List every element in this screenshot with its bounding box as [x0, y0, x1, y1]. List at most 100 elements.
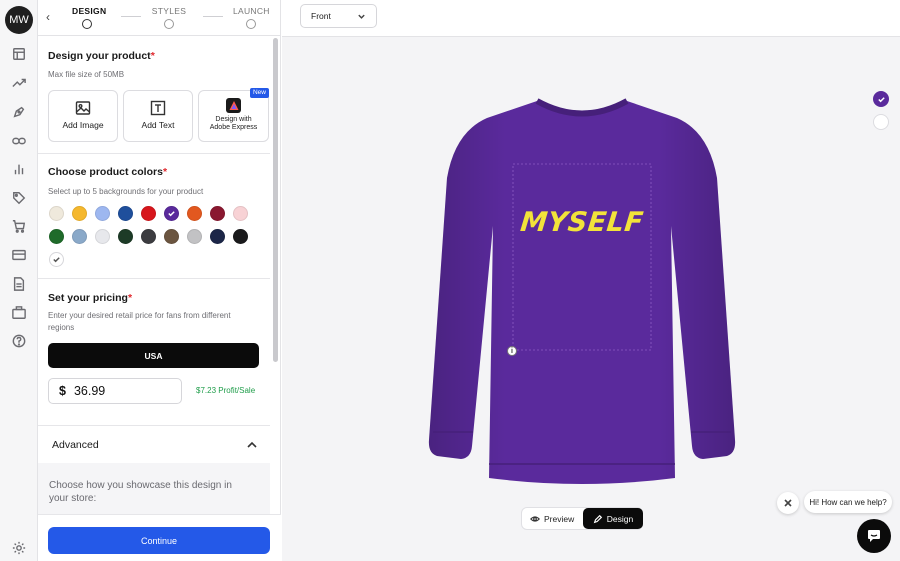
region-usa-button[interactable]: USA	[48, 343, 259, 368]
color-picker-purple[interactable]	[873, 91, 889, 107]
pencil-icon	[593, 514, 602, 523]
chat-close-button[interactable]	[777, 492, 799, 514]
section-subtitle: Enter your desired retail price for fans…	[48, 311, 231, 332]
color-picker-white[interactable]	[873, 114, 889, 130]
preview-label: Preview	[544, 513, 575, 524]
preview-button[interactable]: Preview	[530, 508, 574, 529]
step-dot	[164, 19, 174, 29]
briefcase-icon[interactable]	[11, 305, 27, 321]
link-icon[interactable]	[11, 133, 27, 149]
swatch-ash[interactable]	[95, 229, 110, 244]
swatch-sport-grey[interactable]	[187, 229, 202, 244]
required-mark: *	[150, 50, 155, 62]
tag-icon[interactable]	[11, 190, 27, 206]
swatch-red[interactable]	[141, 206, 156, 221]
swatch-orange[interactable]	[187, 206, 202, 221]
print-design-text[interactable]: MYSELF	[510, 207, 653, 238]
card-label: Add Text	[141, 120, 175, 130]
step-styles[interactable]: STYLES	[151, 6, 187, 29]
step-dot	[82, 19, 92, 29]
step-design[interactable]: DESIGN	[72, 6, 107, 29]
swatch-light-blue[interactable]	[95, 206, 110, 221]
section-subtitle: Select up to 5 backgrounds for your prod…	[48, 187, 204, 196]
title-text: Design your product	[48, 50, 151, 62]
check-icon	[877, 96, 885, 102]
back-arrow-icon[interactable]: ‹	[46, 10, 50, 24]
card-label: Design with Adobe Express	[209, 116, 258, 131]
eye-icon	[530, 515, 540, 522]
new-badge: New	[249, 88, 269, 98]
title-text: Set your pricing	[48, 292, 128, 304]
info-icon[interactable]: i	[507, 346, 517, 356]
swatch-natural[interactable]	[49, 206, 64, 221]
swatch-white[interactable]	[49, 252, 64, 267]
design-button[interactable]: Design	[583, 508, 643, 529]
avatar[interactable]: MW	[5, 6, 33, 34]
help-icon[interactable]	[11, 333, 27, 349]
swatch-maroon[interactable]	[210, 206, 225, 221]
swatch-kelly-green[interactable]	[49, 229, 64, 244]
step-dot	[246, 19, 256, 29]
document-icon[interactable]	[11, 276, 27, 292]
swatch-forest[interactable]	[118, 229, 133, 244]
check-icon	[53, 257, 60, 263]
swatch-light-pink[interactable]	[233, 206, 248, 221]
left-rail: MW	[0, 0, 38, 561]
advanced-accordion[interactable]: Advanced	[38, 425, 270, 463]
continue-button[interactable]: Continue	[48, 527, 270, 554]
swatch-dusty-blue[interactable]	[72, 229, 87, 244]
swatch-brown[interactable]	[164, 229, 179, 244]
cart-icon[interactable]	[11, 218, 27, 234]
text-icon	[150, 100, 166, 116]
add-image-card[interactable]: Add Image	[48, 90, 118, 142]
close-icon	[784, 499, 792, 507]
preview-design-toggle: Preview Design	[521, 507, 643, 530]
trending-icon[interactable]	[11, 75, 27, 91]
settings-icon[interactable]	[11, 540, 27, 556]
advanced-title: Advanced	[52, 439, 99, 451]
price-value: 36.99	[73, 384, 106, 398]
swatch-gold[interactable]	[72, 206, 87, 221]
swatch-purple[interactable]	[164, 206, 179, 221]
chevron-down-icon	[357, 12, 366, 21]
design-panel: ‹ DESIGN STYLES LAUNCH Design your produ…	[38, 0, 281, 561]
shirt-body	[428, 98, 736, 484]
chevron-up-icon[interactable]	[246, 438, 258, 450]
swatch-black[interactable]	[233, 229, 248, 244]
step-label: DESIGN	[72, 6, 107, 16]
panel-footer: Continue	[38, 514, 281, 561]
view-select[interactable]: Front	[300, 4, 377, 28]
section-title: Design your product*	[48, 50, 155, 62]
currency-symbol: $	[59, 384, 66, 398]
swatch-royal[interactable]	[118, 206, 133, 221]
chat-launcher-button[interactable]	[857, 519, 891, 553]
card-label: Add Image	[62, 120, 104, 130]
image-icon	[75, 100, 91, 116]
swatch-navy[interactable]	[210, 229, 225, 244]
price-input[interactable]: $ 36.99	[48, 378, 182, 404]
add-text-card[interactable]: Add Text	[123, 90, 193, 142]
panel-scrollbar[interactable]	[273, 38, 278, 362]
swatch-charcoal[interactable]	[141, 229, 156, 244]
required-mark: *	[127, 292, 133, 304]
showcase-question: Choose how you showcase this design in y…	[49, 480, 232, 504]
check-icon	[168, 211, 175, 217]
required-mark: *	[162, 166, 168, 178]
step-connector	[121, 16, 141, 17]
bar-chart-icon[interactable]	[11, 161, 27, 177]
adobe-express-card[interactable]: New Design with Adobe Express	[198, 88, 269, 142]
step-connector	[203, 16, 223, 17]
stepper: ‹ DESIGN STYLES LAUNCH	[38, 0, 281, 36]
pen-tool-icon[interactable]	[11, 104, 27, 120]
card-icon[interactable]	[11, 247, 27, 263]
design-label: Design	[606, 513, 634, 524]
profit-label: $7.23 Profit/Sale	[196, 386, 256, 395]
step-launch[interactable]: LAUNCH	[233, 6, 269, 29]
chat-greeting[interactable]: Hi! How can we help?	[804, 491, 892, 513]
tshirt-mockup[interactable]	[427, 98, 737, 486]
preview-canvas: Front MYSELF i Preview Design Hi! How ca…	[282, 0, 900, 561]
layout-icon[interactable]	[11, 46, 27, 62]
canvas-topbar: Front	[282, 0, 900, 37]
section-subtitle: Max file size of 50MB	[48, 70, 125, 79]
step-label: LAUNCH	[233, 6, 270, 16]
